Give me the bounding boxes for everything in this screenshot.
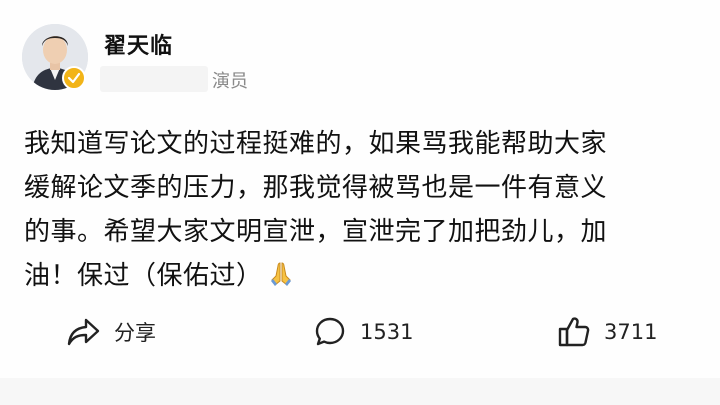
- post-text: 我知道写论文的过程挺难的，如果骂我能帮助大家 缓解论文季的压力，那我觉得被骂也是…: [24, 122, 704, 302]
- author-name[interactable]: 翟天临: [104, 28, 173, 60]
- comment-count: 1531: [360, 320, 414, 344]
- folded-hands-emoji: [267, 258, 295, 302]
- thumbs-up-icon: [556, 314, 592, 350]
- share-icon: [66, 314, 102, 350]
- comment-icon: [312, 314, 348, 350]
- author-role: 演员: [212, 71, 248, 92]
- post-text-last-line: 油！保过（保佑过）: [24, 254, 704, 302]
- like-count: 3711: [604, 320, 658, 344]
- weibo-post: 翟天临 演员 我知道写论文的过程挺难的，如果骂我能帮助大家 缓解论文季的压力，那…: [0, 0, 720, 405]
- verified-badge-icon: [62, 66, 86, 90]
- share-label: 分享: [114, 321, 156, 345]
- post-text-line: 我知道写论文的过程挺难的，如果骂我能帮助大家: [24, 129, 608, 159]
- post-text-line: 油！保过（保佑过）: [24, 261, 263, 291]
- post-text-line: 的事。希望大家文明宣泄，宣泄完了加把劲儿，加: [24, 217, 608, 247]
- action-bar: 分享 1531 3711: [0, 312, 720, 352]
- redacted-area: [100, 66, 208, 92]
- bottom-divider: [0, 378, 720, 405]
- post-text-line: 缓解论文季的压力，那我觉得被骂也是一件有意义: [24, 173, 608, 203]
- like-button[interactable]: 3711: [556, 312, 657, 352]
- comment-button[interactable]: 1531: [312, 312, 413, 352]
- share-button[interactable]: 分享: [66, 312, 156, 352]
